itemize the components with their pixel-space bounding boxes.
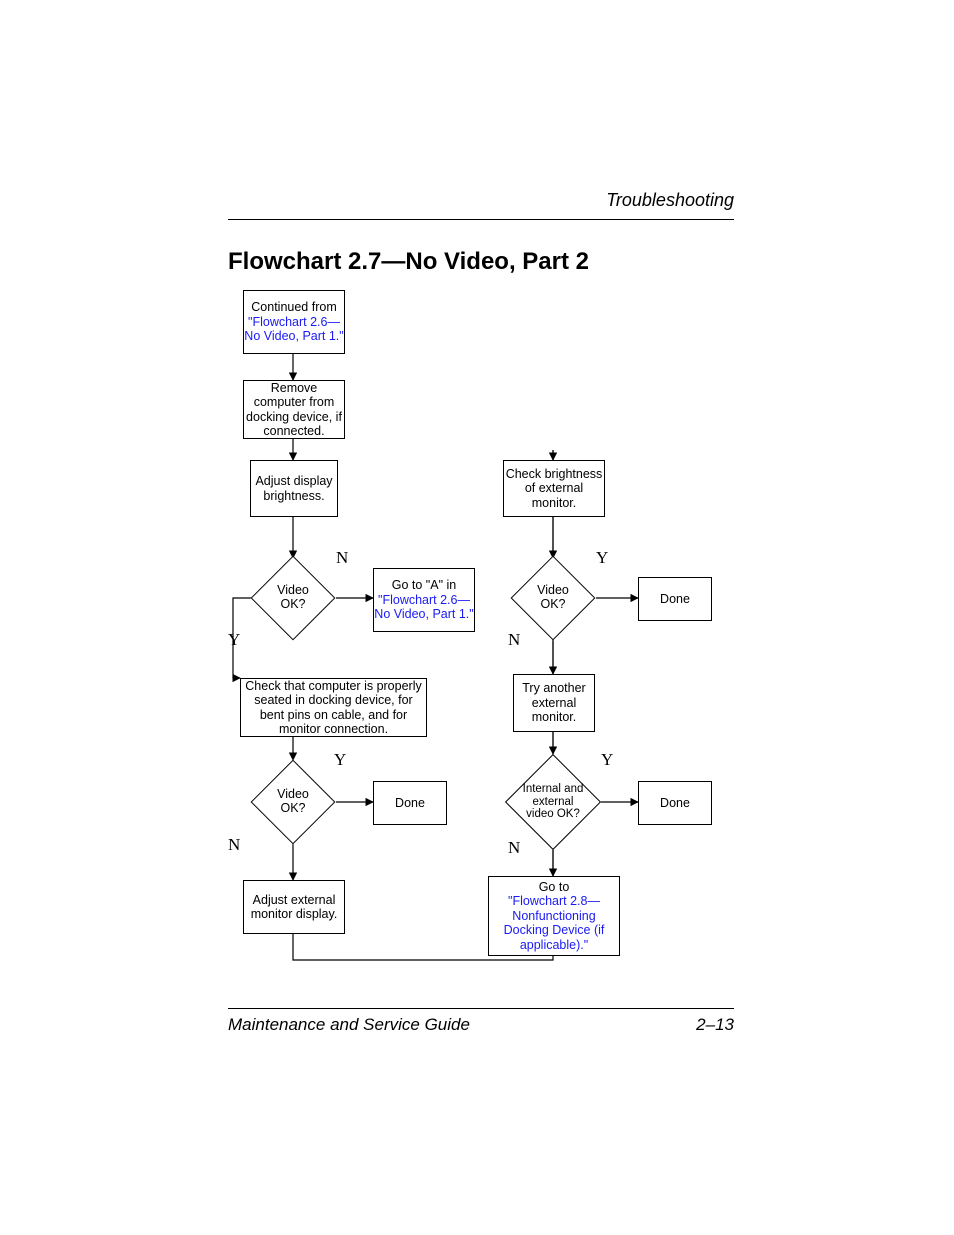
link-flowchart-2-8[interactable]: "Flowchart 2.8—Nonfunctioning Docking De… <box>504 894 605 951</box>
divider-bottom <box>228 1008 734 1009</box>
node-try-another-monitor: Try another external monitor. <box>513 674 595 732</box>
label-n-2: N <box>228 835 240 855</box>
node-goto-a: Go to "A" in "Flowchart 2.6—No Video, Pa… <box>373 568 475 632</box>
label-y-2: Y <box>334 750 346 770</box>
divider-top <box>228 219 734 220</box>
section-label: Troubleshooting <box>228 190 734 211</box>
node-goto-2-8: Go to "Flowchart 2.8—Nonfunctioning Dock… <box>488 876 620 956</box>
page-footer: Maintenance and Service Guide 2–13 <box>228 1008 734 1035</box>
node-check-external-brightness: Check brightness of external monitor. <box>503 460 605 517</box>
node-check-seating: Check that computer is properly seated i… <box>240 678 427 737</box>
label-y-1: Y <box>228 630 240 650</box>
footer-left: Maintenance and Service Guide <box>228 1015 470 1035</box>
label-y-3: Y <box>596 548 608 568</box>
label-n-4: N <box>508 838 520 858</box>
label-n-3: N <box>508 630 520 650</box>
node-text: Go to <box>539 880 570 894</box>
decision-video-ok-3: Video OK? <box>523 568 583 628</box>
node-done-2: Done <box>638 577 712 621</box>
node-remove-docking: Remove computer from docking device, if … <box>243 380 345 439</box>
flowchart: Continued from "Flowchart 2.6—No Video, … <box>228 290 734 990</box>
link-flowchart-2-6[interactable]: "Flowchart 2.6—No Video, Part 1." <box>244 315 343 343</box>
decision-video-ok-1: Video OK? <box>263 568 323 628</box>
node-continued-from: Continued from "Flowchart 2.6—No Video, … <box>243 290 345 354</box>
node-text: Go to "A" in <box>392 578 456 592</box>
node-adjust-external: Adjust external monitor display. <box>243 880 345 934</box>
node-done-3: Done <box>638 781 712 825</box>
node-text: Continued from <box>251 300 336 314</box>
link-flowchart-2-6-a[interactable]: "Flowchart 2.6—No Video, Part 1." <box>374 593 473 621</box>
label-n-1: N <box>336 548 348 568</box>
decision-video-ok-2: Video OK? <box>263 772 323 832</box>
decision-internal-external-ok: Internal and external video OK? <box>519 768 587 836</box>
label-y-4: Y <box>601 750 613 770</box>
node-done-1: Done <box>373 781 447 825</box>
footer-right: 2–13 <box>696 1015 734 1035</box>
page-title: Flowchart 2.7—No Video, Part 2 <box>228 248 734 276</box>
node-adjust-brightness: Adjust display brightness. <box>250 460 338 517</box>
